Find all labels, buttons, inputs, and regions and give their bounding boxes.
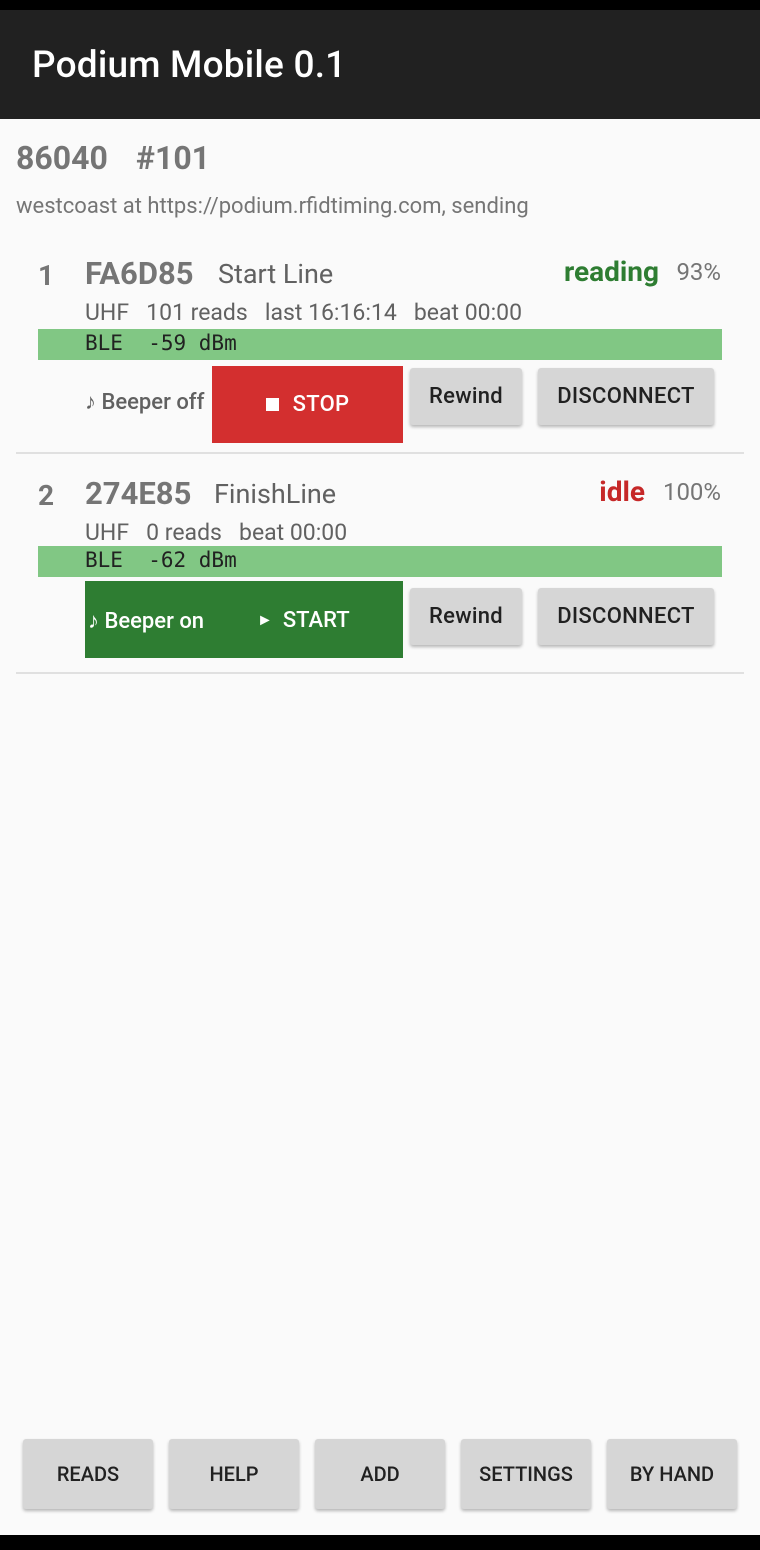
ble-signal-text: BLE -59 dBm [85,331,237,355]
reader-code: 274E85 [85,475,192,512]
divider [16,672,744,674]
navigation-bar [0,1535,760,1550]
disconnect-button[interactable]: DISCONNECT [538,368,714,425]
stop-square-icon [265,398,279,411]
beeper-toggle[interactable]: ♪ Beeper off [85,389,204,415]
reader-state: reading [564,255,659,288]
app-title: Podium Mobile 0.1 [32,44,347,87]
reader-code: FA6D85 [85,255,194,292]
reader-uhf-stats: UHF 0 reads beat 00:00 [85,519,348,546]
main-content: 86040 #101 westcoast at https://podium.r… [0,119,760,1535]
rewind-button[interactable]: Rewind [410,588,522,645]
reader-battery: 100% [662,478,721,506]
start-button-label: START [282,608,350,633]
reader-uhf-stats: UHF 101 reads last 16:16:14 beat 00:00 [85,299,523,326]
event-id: 86040 [16,139,108,177]
ble-signal-bar: BLE -59 dBm [38,329,722,360]
settings-button[interactable]: SETTINGS [461,1439,591,1509]
disconnect-button[interactable]: DISCONNECT [538,588,714,645]
rewind-button[interactable]: Rewind [410,368,522,425]
start-button[interactable]: ► START [257,608,350,633]
reader-index: 2 [38,479,55,512]
app-bar: Podium Mobile 0.1 [0,10,760,119]
ble-signal-bar: BLE -62 dBm [38,546,722,577]
add-button[interactable]: ADD [315,1439,445,1509]
by-hand-button[interactable]: BY HAND [607,1439,737,1509]
event-number: #101 [136,139,211,177]
reader-name: Start Line [218,258,334,290]
help-button[interactable]: HELP [169,1439,299,1509]
play-arrow-icon: ► [257,610,273,629]
divider [16,452,744,454]
reads-button[interactable]: READS [23,1439,153,1509]
reader-name: FinishLine [214,478,337,510]
ble-signal-text: BLE -62 dBm [85,548,237,572]
server-status: westcoast at https://podium.rfidtiming.c… [16,194,529,219]
app-screen: Podium Mobile 0.1 86040 #101 westcoast a… [0,0,760,1550]
status-bar [0,0,760,10]
reader-card-1: 1 FA6D85 Start Line reading 93% UHF 101 … [0,243,760,463]
beeper-toggle[interactable]: ♪ Beeper on [88,608,204,634]
reader-state: idle [599,475,645,508]
start-control-group: ♪ Beeper on ► START [85,581,403,658]
reader-index: 1 [38,259,55,292]
stop-button[interactable]: STOP [212,366,403,443]
reader-card-2: 2 274E85 FinishLine idle 100% UHF 0 read… [0,463,760,683]
reader-battery: 93% [676,258,721,286]
stop-button-label: STOP [292,392,350,417]
